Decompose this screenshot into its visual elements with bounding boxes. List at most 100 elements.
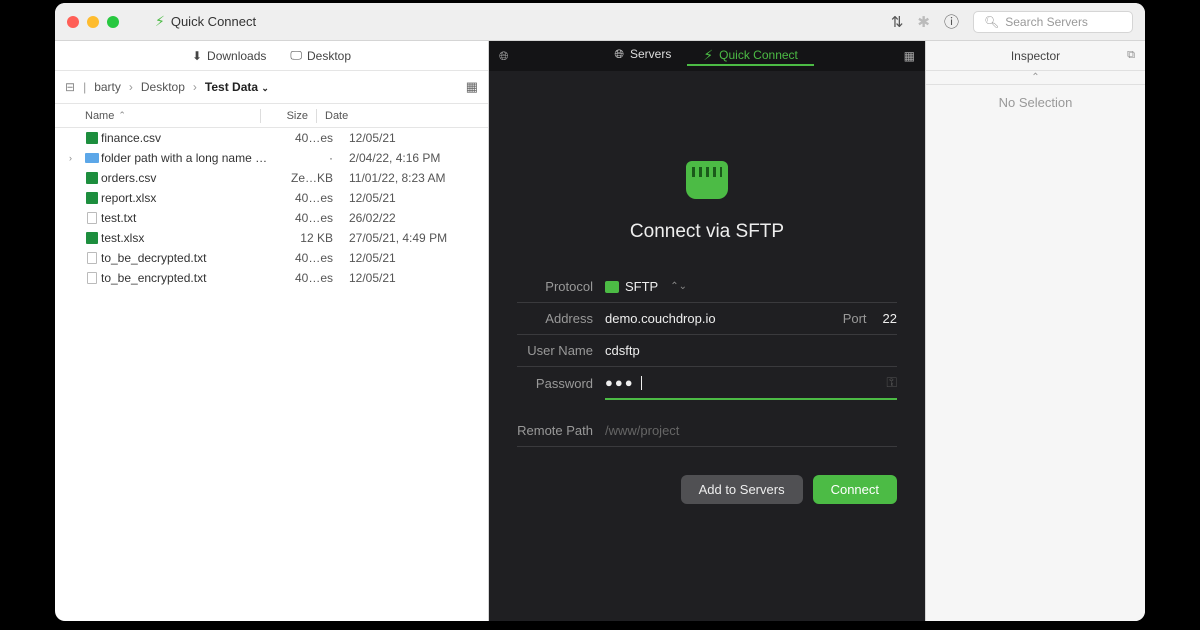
connect-form-body: Connect via SFTP Protocol SFTP ⌃⌄ Addres… xyxy=(489,71,925,621)
titlebar: ⚡︎ Quick Connect ⇅ ✱ ⓘ 🔍︎ Search Servers xyxy=(55,3,1145,41)
view-mode-icon[interactable]: ▦ xyxy=(466,79,478,95)
txt-file-icon xyxy=(83,212,101,224)
minimize-window-button[interactable] xyxy=(87,16,99,28)
expand-chevron-icon[interactable]: › xyxy=(69,153,83,163)
file-date: 27/05/21, 4:49 PM xyxy=(341,231,488,245)
xls-file-icon xyxy=(83,232,101,244)
remote-path-label: Remote Path xyxy=(517,423,605,438)
file-name: test.xlsx xyxy=(101,231,273,245)
file-size: 40…es xyxy=(273,251,341,265)
file-size: 40…es xyxy=(273,211,341,225)
file-size: 40…es xyxy=(273,271,341,285)
transfer-icon[interactable]: ⇅ xyxy=(891,13,904,31)
breadcrumb-item[interactable]: Desktop xyxy=(141,80,185,94)
remote-path-input[interactable] xyxy=(605,423,897,438)
port-value[interactable]: 22 xyxy=(883,311,897,326)
search-placeholder: Search Servers xyxy=(1005,15,1088,29)
file-date: 12/05/21 xyxy=(341,131,488,145)
file-row[interactable]: test.txt40…es26/02/22 xyxy=(55,208,488,228)
file-name: orders.csv xyxy=(101,171,273,185)
file-date: 12/05/21 xyxy=(341,251,488,265)
file-date: 26/02/22 xyxy=(341,211,488,225)
sftp-plug-icon xyxy=(686,161,728,199)
file-name: to_be_encrypted.txt xyxy=(101,271,273,285)
file-row[interactable]: to_be_encrypted.txt40…es12/05/21 xyxy=(55,268,488,288)
inspector-panel: Inspector ⧉ ⌃ No Selection xyxy=(925,41,1145,621)
txt-file-icon xyxy=(83,252,101,264)
form-buttons: Add to Servers Connect xyxy=(517,475,897,504)
inspector-body: No Selection xyxy=(926,85,1145,621)
file-date: 2/04/22, 4:16 PM xyxy=(341,151,488,165)
file-date: 12/05/21 xyxy=(341,271,488,285)
window-title: Quick Connect xyxy=(171,14,256,29)
column-headers: Name ⌃ Size Date xyxy=(55,104,488,128)
column-name[interactable]: Name ⌃ xyxy=(85,110,260,122)
password-input[interactable]: ●●● ⚿ xyxy=(605,368,897,400)
file-size: · xyxy=(273,151,341,165)
connect-button[interactable]: Connect xyxy=(813,475,897,504)
file-row[interactable]: test.xlsx12 KB27/05/21, 4:49 PM xyxy=(55,228,488,248)
downloads-shortcut[interactable]: ⬇ Downloads xyxy=(192,49,266,63)
app-window: ⚡︎ Quick Connect ⇅ ✱ ⓘ 🔍︎ Search Servers… xyxy=(55,3,1145,621)
column-size[interactable]: Size xyxy=(261,110,316,122)
username-input[interactable] xyxy=(605,343,897,358)
local-subheader: ⬇ Downloads 🖵 Desktop xyxy=(55,41,488,71)
file-row[interactable]: › folder path with a long name hh…·2/04/2… xyxy=(55,148,488,168)
window-title-tab[interactable]: ⚡︎ Quick Connect xyxy=(143,13,268,30)
file-row[interactable]: to_be_decrypted.txt40…es12/05/21 xyxy=(55,248,488,268)
file-date: 11/01/22, 8:23 AM xyxy=(341,171,488,185)
disk-icon[interactable]: ⊟ xyxy=(65,80,75,94)
breadcrumb: ⊟ | barty › Desktop › Test Data ⌄ ▦ xyxy=(55,71,488,104)
file-size: 40…es xyxy=(273,191,341,205)
csv-file-icon xyxy=(83,132,101,144)
search-icon: 🔍︎ xyxy=(984,15,999,29)
breadcrumb-current[interactable]: Test Data ⌄ xyxy=(205,80,269,94)
copy-icon[interactable]: ⧉ xyxy=(1127,49,1135,62)
inspector-header: Inspector ⧉ xyxy=(926,41,1145,71)
sftp-icon xyxy=(605,281,619,293)
desktop-shortcut[interactable]: 🖵 Desktop xyxy=(290,48,351,63)
file-row[interactable]: finance.csv40…es12/05/21 xyxy=(55,128,488,148)
file-size: Ze…KB xyxy=(273,171,341,185)
sort-asc-icon: ⌃ xyxy=(118,110,126,121)
sync-icon[interactable]: ✱ xyxy=(917,13,930,31)
file-name: finance.csv xyxy=(101,131,273,145)
folder-file-icon xyxy=(83,153,101,163)
zoom-window-button[interactable] xyxy=(107,16,119,28)
search-servers-input[interactable]: 🔍︎ Search Servers xyxy=(973,11,1133,33)
column-date[interactable]: Date xyxy=(317,110,488,122)
remote-path-row: Remote Path xyxy=(517,415,897,447)
key-icon[interactable]: ⚿ xyxy=(886,374,897,391)
inspector-title: Inspector xyxy=(1011,49,1060,63)
tab-servers[interactable]: 🌐︎ Servers xyxy=(598,47,687,62)
file-row[interactable]: orders.csvZe…KB11/01/22, 8:23 AM xyxy=(55,168,488,188)
tab-quick-connect[interactable]: ⚡︎ Quick Connect xyxy=(687,47,814,66)
csv-file-icon xyxy=(83,172,101,184)
password-label: Password xyxy=(517,376,605,391)
traffic-lights xyxy=(67,16,119,28)
bolt-icon: ⚡︎ xyxy=(155,13,165,30)
file-size: 40…es xyxy=(273,131,341,145)
protocol-label: Protocol xyxy=(517,279,605,294)
address-input[interactable] xyxy=(605,311,837,326)
breadcrumb-item[interactable]: barty xyxy=(94,80,121,94)
globe-icon[interactable]: 🌐︎ xyxy=(499,49,509,64)
file-row[interactable]: report.xlsx40…es12/05/21 xyxy=(55,188,488,208)
username-row: User Name xyxy=(517,335,897,367)
add-to-servers-button[interactable]: Add to Servers xyxy=(681,475,803,504)
connect-title: Connect via SFTP xyxy=(630,221,784,243)
inspector-collapse[interactable]: ⌃ xyxy=(926,71,1145,85)
address-row: Address Port 22 xyxy=(517,303,897,335)
xls-file-icon xyxy=(83,192,101,204)
layout-icon[interactable]: ▦ xyxy=(904,49,915,63)
file-size: 12 KB xyxy=(273,231,341,245)
protocol-select[interactable]: SFTP ⌃⌄ xyxy=(605,279,897,294)
connect-form: Protocol SFTP ⌃⌄ Address Port 22 xyxy=(517,271,897,504)
file-name: to_be_decrypted.txt xyxy=(101,251,273,265)
info-icon[interactable]: ⓘ xyxy=(944,11,959,32)
file-date: 12/05/21 xyxy=(341,191,488,205)
close-window-button[interactable] xyxy=(67,16,79,28)
username-label: User Name xyxy=(517,343,605,358)
file-name: folder path with a long name hh… xyxy=(101,151,273,165)
bolt-icon: ⚡︎ xyxy=(703,47,713,64)
